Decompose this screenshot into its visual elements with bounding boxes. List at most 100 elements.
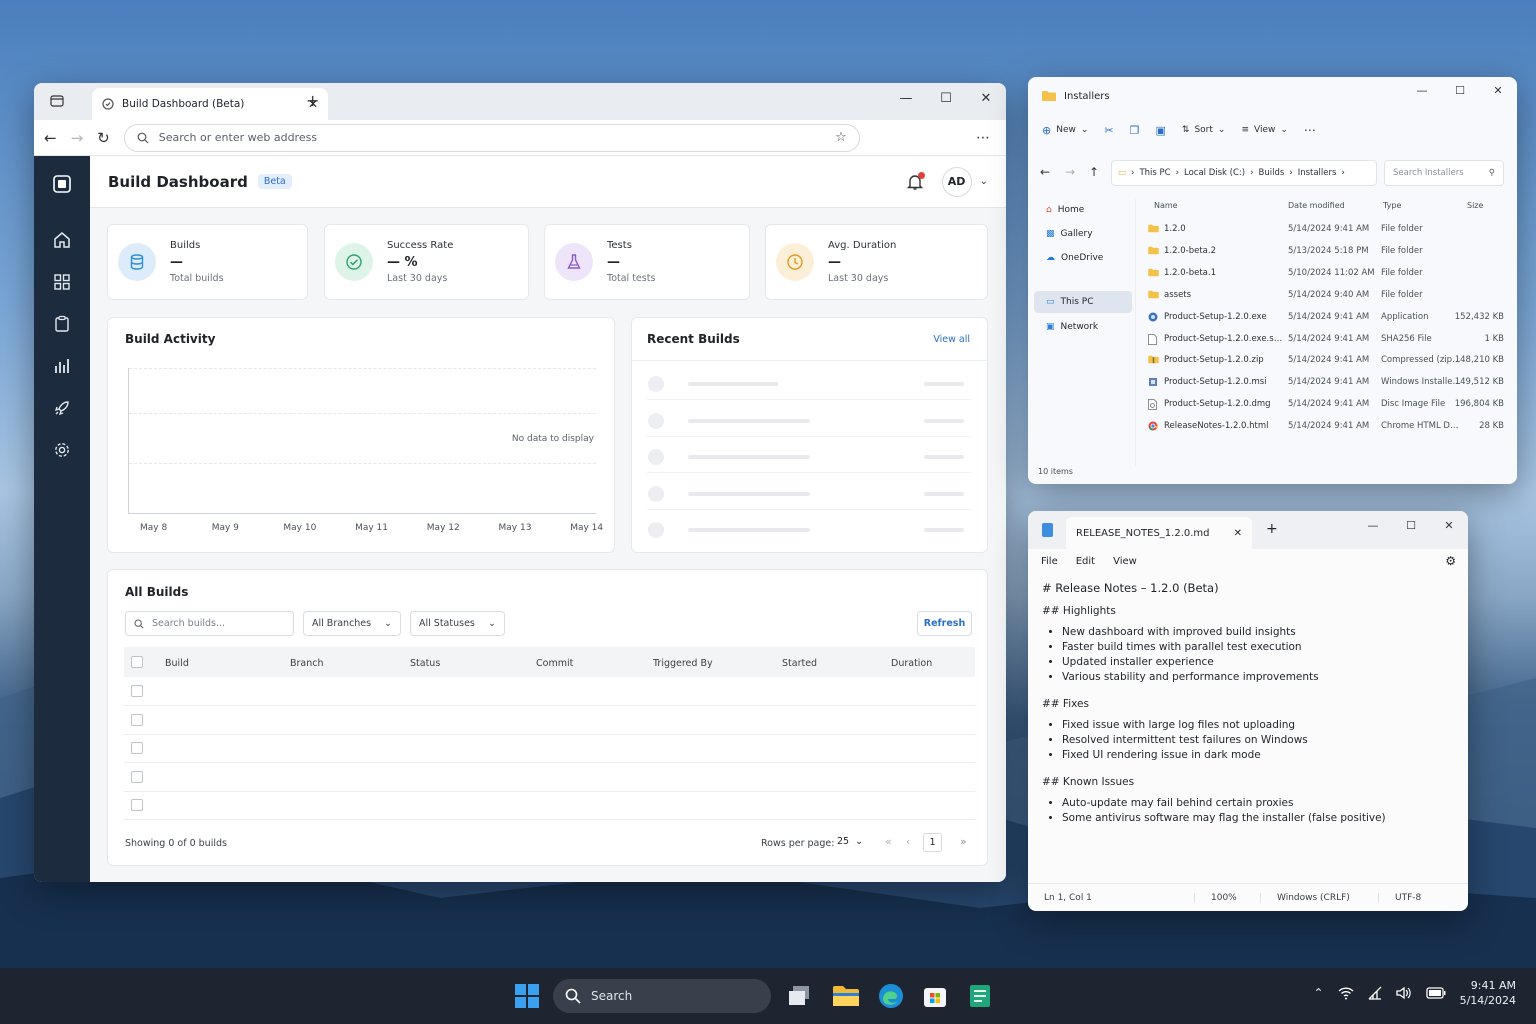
wifi-icon[interactable] — [1338, 986, 1354, 1000]
row-checkbox[interactable] — [131, 713, 143, 726]
back-icon[interactable]: ← — [1040, 165, 1050, 179]
more-menu-icon[interactable]: ⋯ — [976, 130, 990, 146]
file-row[interactable]: 1.2.0-beta.1 5/10/2024 11:02 AM File folde… — [1146, 262, 1506, 284]
battery-icon[interactable] — [1425, 987, 1446, 999]
refresh-icon[interactable]: ↻ — [97, 129, 110, 147]
favorite-star-icon[interactable]: ☆ — [835, 130, 847, 145]
file-row[interactable]: Product-Setup-1.2.0.exe 5/14/2024 9:41 AM… — [1146, 306, 1506, 328]
table-row[interactable] — [124, 677, 975, 705]
new-button[interactable]: ⊕ New ⌄ — [1042, 124, 1088, 137]
chevron-up-icon[interactable]: ⌃ — [1314, 986, 1324, 1000]
maximize-icon[interactable]: ☐ — [1441, 77, 1479, 103]
bar-chart-icon[interactable] — [50, 354, 74, 378]
column-header[interactable]: Commit — [536, 658, 573, 669]
refresh-button[interactable]: Refresh — [917, 611, 972, 636]
file-row[interactable]: Product-Setup-1.2.0.zip 5/14/2024 9:41 AM… — [1146, 349, 1506, 371]
task-view-icon[interactable] — [783, 980, 815, 1012]
table-row[interactable] — [124, 706, 975, 734]
file-row[interactable]: Product-Setup-1.2.0.dmg 5/14/2024 9:41 AM… — [1146, 393, 1506, 415]
crumb-installers[interactable]: Installers — [1298, 168, 1337, 178]
select-all-checkbox[interactable] — [131, 656, 143, 668]
maximize-icon[interactable]: ☐ — [1392, 511, 1430, 539]
crumb-this-pc[interactable]: This PC — [1139, 168, 1170, 178]
minimize-icon[interactable]: — — [1403, 77, 1441, 103]
col-name[interactable]: Name — [1154, 201, 1178, 210]
home-icon[interactable] — [50, 228, 74, 252]
edge-browser-icon[interactable] — [875, 980, 907, 1012]
more-icon[interactable]: ⋯ — [1304, 123, 1316, 137]
tab-close-icon[interactable]: ✕ — [1234, 528, 1242, 539]
network-icon[interactable] — [1368, 986, 1382, 1000]
new-tab-icon[interactable]: + — [306, 91, 319, 110]
crumb-builds[interactable]: Builds — [1259, 168, 1285, 178]
taskbar-search[interactable]: Search — [553, 979, 771, 1013]
notepad-tab-active[interactable]: RELEASE_NOTES_1.2.0.md ✕ — [1066, 517, 1252, 549]
status-select[interactable]: All Statuses ⌄ — [410, 611, 505, 636]
file-row[interactable]: ReleaseNotes-1.2.0.html 5/14/2024 9:41 AM… — [1146, 415, 1506, 437]
address-input[interactable]: Search or enter web address ☆ — [123, 123, 860, 152]
view-button[interactable]: ≡ View ⌄ — [1241, 125, 1287, 135]
new-tab-icon[interactable]: + — [1266, 521, 1278, 537]
col-date[interactable]: Date modified — [1288, 201, 1345, 210]
column-header[interactable]: Duration — [891, 658, 932, 669]
nav-gallery[interactable]: ▩ Gallery — [1034, 223, 1132, 245]
forward-icon[interactable]: → — [1065, 165, 1075, 179]
prev-page-icon[interactable]: ‹ — [906, 835, 910, 848]
paste-icon[interactable]: ▣ — [1156, 124, 1166, 137]
table-row[interactable] — [124, 734, 975, 762]
avatar[interactable]: AD — [941, 166, 972, 197]
clock[interactable]: 9:41 AM 5/14/2024 — [1460, 978, 1516, 1008]
column-header[interactable]: Status — [410, 658, 440, 669]
forward-icon[interactable]: → — [71, 129, 84, 147]
branch-select[interactable]: All Branches ⌄ — [303, 611, 401, 636]
settings-gear-icon[interactable] — [50, 438, 74, 462]
row-checkbox[interactable] — [131, 770, 143, 783]
col-size[interactable]: Size — [1467, 201, 1483, 210]
column-header[interactable]: Triggered By — [653, 658, 713, 669]
nav-network[interactable]: ▣ Network — [1034, 316, 1132, 338]
search-builds-input[interactable]: Search builds... — [125, 611, 294, 636]
up-icon[interactable]: ↑ — [1089, 165, 1099, 179]
file-row[interactable]: 1.2.0-beta.2 5/13/2024 5:18 PM File folder — [1146, 240, 1506, 262]
rows-per-page-select[interactable]: 25 ⌄ — [837, 836, 863, 847]
nav-home[interactable]: ⌂ Home — [1034, 199, 1132, 221]
file-row[interactable]: Product-Setup-1.2.0.msi 5/14/2024 9:41 AM… — [1146, 371, 1506, 393]
column-header[interactable]: Branch — [290, 658, 324, 669]
sort-button[interactable]: ⇅ Sort ⌄ — [1182, 125, 1226, 135]
minimize-icon[interactable]: — — [1354, 511, 1392, 539]
file-row[interactable]: Product-Setup-1.2.0.exe.sha2565/14/2024 … — [1146, 328, 1506, 350]
page-number[interactable]: 1 — [923, 833, 942, 852]
nav-onedrive[interactable]: ☁ OneDrive — [1034, 247, 1132, 269]
file-explorer-icon[interactable] — [830, 980, 862, 1012]
browser-tab-active[interactable]: Build Dashboard (Beta) ✕ — [92, 88, 328, 120]
store-icon[interactable] — [919, 980, 951, 1012]
rocket-icon[interactable] — [50, 396, 74, 420]
row-checkbox[interactable] — [131, 742, 143, 754]
settings-gear-icon[interactable]: ⚙ — [1445, 554, 1456, 568]
notepad-app-icon[interactable] — [964, 980, 996, 1012]
menu-edit[interactable]: Edit — [1076, 556, 1095, 567]
clipboard-icon[interactable] — [50, 312, 74, 336]
crumb-local-disk[interactable]: Local Disk (C:) — [1184, 168, 1245, 178]
copy-icon[interactable]: ❐ — [1130, 124, 1140, 137]
close-icon[interactable]: ✕ — [1430, 511, 1468, 539]
column-header[interactable]: Build — [165, 658, 189, 669]
view-all-link[interactable]: View all — [933, 334, 970, 345]
start-windows-icon[interactable] — [511, 980, 543, 1012]
cut-icon[interactable]: ✂ — [1104, 124, 1113, 137]
app-logo-icon[interactable] — [50, 172, 74, 196]
volume-icon[interactable] — [1395, 986, 1412, 1000]
file-row[interactable]: 1.2.0 5/14/2024 9:41 AM File folder — [1146, 218, 1506, 240]
row-checkbox[interactable] — [131, 685, 143, 697]
minimize-icon[interactable]: — — [886, 83, 926, 113]
explorer-search-input[interactable]: Search Installers ⚲ — [1384, 160, 1504, 186]
file-row[interactable]: assets 5/14/2024 9:40 AM File folder — [1146, 284, 1506, 306]
back-icon[interactable]: ← — [44, 129, 57, 147]
next-page-icon[interactable]: » — [960, 835, 967, 848]
nav-this-pc[interactable]: ▭ This PC — [1034, 291, 1132, 313]
close-icon[interactable]: ✕ — [1479, 77, 1517, 103]
col-type[interactable]: Type — [1383, 201, 1401, 210]
close-icon[interactable]: ✕ — [966, 83, 1006, 113]
table-row[interactable] — [124, 763, 975, 791]
menu-file[interactable]: File — [1041, 556, 1058, 567]
